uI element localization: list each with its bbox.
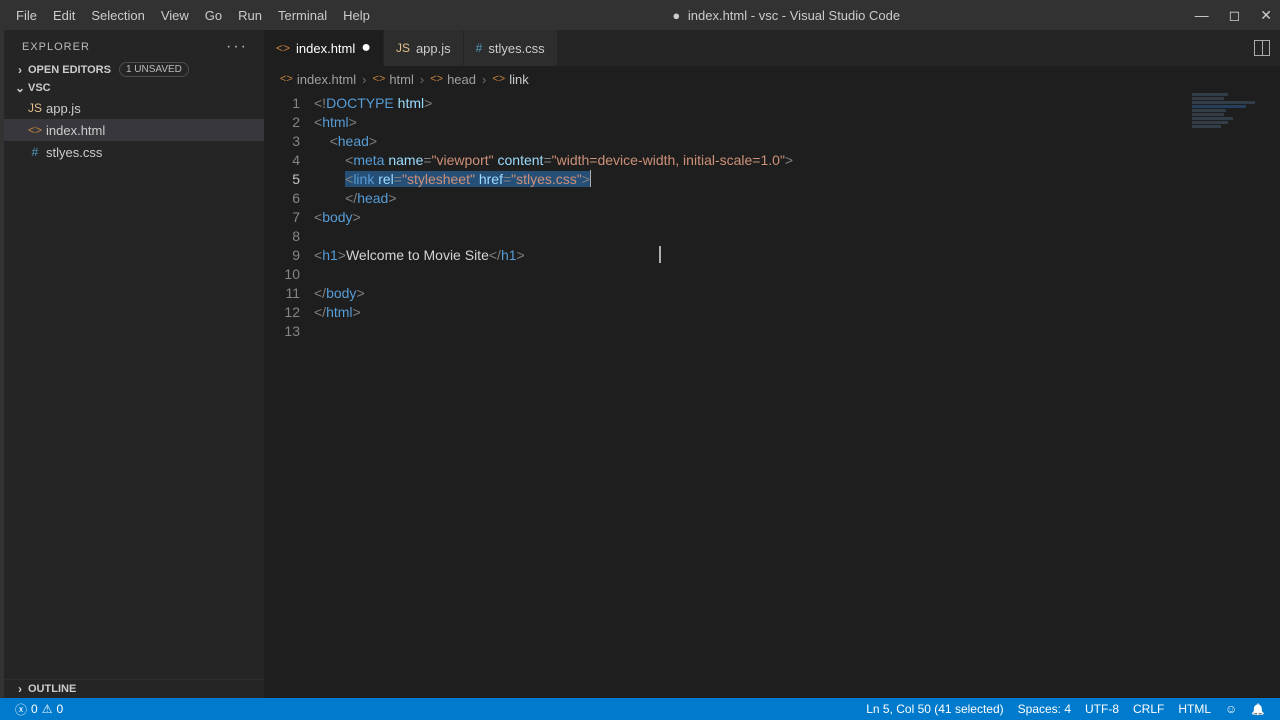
menu-item-terminal[interactable]: Terminal: [270, 8, 335, 23]
open-editors-label: OPEN EDITORS: [28, 64, 111, 76]
dirty-indicator: ●: [361, 40, 371, 56]
status-notifications[interactable]: [1244, 702, 1272, 716]
open-editors-section[interactable]: › OPEN EDITORS 1 UNSAVED: [4, 60, 264, 79]
menu-item-selection[interactable]: Selection: [83, 8, 152, 23]
breadcrumb-item[interactable]: <>html: [372, 72, 413, 87]
status-problems[interactable]: 0 0: [8, 701, 70, 718]
minimap[interactable]: [1190, 92, 1280, 152]
menu-item-file[interactable]: File: [8, 8, 45, 23]
menu-item-run[interactable]: Run: [230, 8, 270, 23]
status-eol[interactable]: CRLF: [1126, 702, 1171, 716]
split-editor-icon[interactable]: [1254, 40, 1270, 56]
breadcrumb-item[interactable]: <>link: [492, 72, 528, 87]
outline-section[interactable]: › OUTLINE: [4, 679, 264, 698]
project-section[interactable]: ⌄ VSC: [4, 79, 264, 97]
explorer-title: EXPLORER: [22, 41, 90, 53]
file-tree: JSapp.js<>index.html#stlyes.css: [4, 97, 264, 163]
file-tree-item[interactable]: JSapp.js: [4, 97, 264, 119]
tab-label: stlyes.css: [488, 41, 544, 56]
menu-item-help[interactable]: Help: [335, 8, 378, 23]
code-content[interactable]: <!DOCTYPE html><html> <head> <meta name=…: [314, 92, 1280, 698]
project-name: VSC: [28, 82, 51, 94]
editor-tab[interactable]: JS app.js: [384, 30, 464, 66]
tag-icon: <>: [430, 73, 443, 85]
file-name: index.html: [46, 123, 105, 138]
tab-label: app.js: [416, 41, 451, 56]
window-title-text: index.html - vsc - Visual Studio Code: [688, 8, 900, 23]
tag-icon: <>: [492, 73, 505, 85]
editor-tab[interactable]: # stlyes.css: [464, 30, 558, 66]
tab-bar: <> index.html ● JS app.js # stlyes.css: [264, 30, 1280, 66]
editor-group: <>index.html●JSapp.js#stlyes.css <>index…: [264, 30, 1280, 698]
file-icon: JS: [26, 101, 44, 115]
chevron-right-icon: ›: [12, 63, 28, 77]
error-icon: [15, 701, 27, 718]
status-encoding[interactable]: UTF-8: [1078, 702, 1126, 716]
warning-icon: [42, 702, 53, 716]
dirty-indicator: ●: [672, 8, 680, 23]
menu-item-edit[interactable]: Edit: [45, 8, 83, 23]
menu-item-view[interactable]: View: [153, 8, 197, 23]
file-icon: #: [476, 41, 483, 55]
file-name: stlyes.css: [46, 145, 102, 160]
minimize-button[interactable]: —: [1195, 7, 1209, 24]
file-icon: JS: [396, 41, 410, 55]
file-name: app.js: [46, 101, 81, 116]
chevron-right-icon: ›: [12, 682, 28, 696]
code-editor[interactable]: 12345678910111213 <!DOCTYPE html><html> …: [264, 92, 1280, 698]
file-tree-item[interactable]: <>index.html: [4, 119, 264, 141]
outline-label: OUTLINE: [28, 683, 76, 695]
bell-icon: [1251, 702, 1265, 716]
window-controls: — ◻ ✕: [1195, 7, 1272, 24]
status-bar: 0 0 Ln 5, Col 50 (41 selected) Spaces: 4…: [0, 698, 1280, 720]
status-indentation[interactable]: Spaces: 4: [1011, 702, 1078, 716]
breadcrumb-item[interactable]: <>head: [430, 72, 476, 87]
file-tree-item[interactable]: #stlyes.css: [4, 141, 264, 163]
file-icon: #: [26, 145, 44, 159]
unsaved-badge: 1 UNSAVED: [119, 62, 189, 77]
sidebar: EXPLORER ··· › OPEN EDITORS 1 UNSAVED ⌄ …: [4, 30, 264, 698]
more-icon[interactable]: ···: [226, 38, 248, 56]
tab-label: index.html: [296, 41, 355, 56]
window-title: ● index.html - vsc - Visual Studio Code: [378, 8, 1195, 23]
status-feedback[interactable]: ☺: [1218, 702, 1244, 716]
breadcrumb-item[interactable]: <>index.html: [280, 72, 356, 87]
maximize-button[interactable]: ◻: [1229, 7, 1241, 24]
breadcrumbs[interactable]: <>index.html›<>html›<>head›<>link: [264, 66, 1280, 92]
status-language[interactable]: HTML: [1171, 702, 1218, 716]
menu-item-go[interactable]: Go: [197, 8, 230, 23]
file-icon: <>: [276, 41, 290, 55]
tag-icon: <>: [372, 73, 385, 85]
menu-bar: FileEditSelectionViewGoRunTerminalHelp ●…: [0, 0, 1280, 30]
close-button[interactable]: ✕: [1260, 7, 1272, 24]
chevron-down-icon: ⌄: [12, 81, 28, 95]
editor-tab[interactable]: <> index.html ●: [264, 30, 384, 66]
line-gutter: 12345678910111213: [264, 92, 314, 698]
status-cursor-position[interactable]: Ln 5, Col 50 (41 selected): [859, 702, 1010, 716]
file-icon: <>: [26, 123, 44, 137]
tag-icon: <>: [280, 73, 293, 85]
